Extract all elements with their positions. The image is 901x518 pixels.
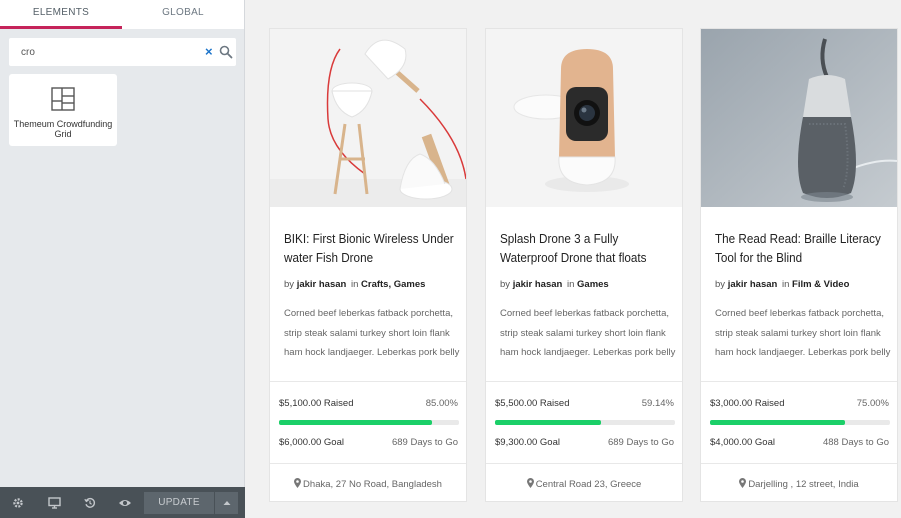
author-link[interactable]: jakir hasan: [297, 279, 347, 290]
update-button[interactable]: UPDATE: [144, 492, 214, 514]
goal-amount: $6,000.00 Goal: [279, 437, 344, 448]
category-links[interactable]: Games: [577, 279, 609, 290]
progress-bar: [495, 420, 675, 425]
desktop-icon[interactable]: [37, 487, 71, 518]
progress-fill: [495, 420, 602, 425]
search-icon[interactable]: [219, 45, 233, 59]
tab-global[interactable]: GLOBAL: [122, 0, 244, 29]
eye-icon[interactable]: [108, 487, 142, 518]
editor-footer: UPDATE: [0, 487, 245, 518]
progress-fill: [279, 420, 432, 425]
funded-percent: 75.00%: [856, 398, 889, 409]
divider: [701, 381, 897, 382]
tab-elements[interactable]: ELEMENTS: [0, 0, 122, 29]
progress-bar: [710, 420, 890, 425]
days-remaining: 689 Days to Go: [607, 437, 674, 448]
widget-crowdfunding-grid[interactable]: Themeum Crowdfunding Grid: [9, 74, 117, 146]
campaign-card[interactable]: Splash Drone 3 a Fully Waterproof Drone …: [485, 28, 683, 502]
map-pin-icon: [294, 478, 302, 488]
clear-search-icon[interactable]: ×: [205, 45, 217, 59]
search-input[interactable]: [9, 38, 199, 66]
widget-label: Themeum Crowdfunding Grid: [13, 119, 113, 139]
search-box: ×: [9, 38, 236, 66]
panel-tabs: ELEMENTS GLOBAL: [0, 0, 244, 29]
campaign-title[interactable]: Splash Drone 3 a Fully Waterproof Drone …: [500, 229, 671, 267]
campaign-card[interactable]: The Read Read: Braille Literacy Tool for…: [700, 28, 898, 502]
map-pin-icon: [526, 478, 534, 488]
category-links[interactable]: Film & Video: [792, 279, 849, 290]
author-link[interactable]: jakir hasan: [728, 279, 778, 290]
raised-amount: $3,000.00 Raised: [710, 398, 785, 409]
update-options-caret[interactable]: [215, 492, 238, 514]
funded-percent: 59.14%: [641, 398, 674, 409]
campaign-card[interactable]: BIKI: First Bionic Wireless Under water …: [269, 28, 467, 502]
gear-icon[interactable]: [1, 487, 35, 518]
editor-sidebar: ELEMENTS GLOBAL × Themeum Crowdfunding G…: [0, 0, 245, 518]
campaign-image-speaker[interactable]: [701, 29, 897, 207]
raised-amount: $5,100.00 Raised: [279, 398, 354, 409]
divider: [270, 463, 466, 464]
days-remaining: 488 Days to Go: [822, 437, 889, 448]
campaign-title[interactable]: BIKI: First Bionic Wireless Under water …: [284, 229, 455, 267]
map-pin-icon: [739, 478, 747, 488]
raised-amount: $5,500.00 Raised: [495, 398, 570, 409]
category-links[interactable]: Crafts, Games: [361, 279, 425, 290]
days-remaining: 689 Days to Go: [391, 437, 458, 448]
divider: [270, 381, 466, 382]
campaign-image-lamp[interactable]: [270, 29, 466, 207]
campaign-location: Darjelling , 12 street, India: [701, 478, 897, 490]
campaign-image-camera[interactable]: [486, 29, 682, 207]
goal-amount: $9,300.00 Goal: [495, 437, 560, 448]
goal-amount: $4,000.00 Goal: [710, 437, 775, 448]
divider: [701, 463, 897, 464]
campaign-meta: by jakir hasan in Film & Video: [715, 279, 850, 290]
grid-layout-icon: [51, 87, 75, 111]
divider: [486, 463, 682, 464]
progress-fill: [710, 420, 845, 425]
campaign-excerpt: Corned beef leberkas fatback porchetta, …: [500, 308, 676, 358]
campaign-title[interactable]: The Read Read: Braille Literacy Tool for…: [715, 229, 886, 267]
progress-bar: [279, 420, 459, 425]
funded-percent: 85.00%: [425, 398, 458, 409]
campaign-meta: by jakir hasan in Crafts, Games: [284, 279, 426, 290]
author-link[interactable]: jakir hasan: [513, 279, 563, 290]
campaign-meta: by jakir hasan in Games: [500, 279, 609, 290]
campaign-location: Dhaka, 27 No Road, Bangladesh: [270, 478, 466, 490]
history-icon[interactable]: [73, 487, 107, 518]
campaign-excerpt: Corned beef leberkas fatback porchetta, …: [715, 308, 891, 358]
campaign-excerpt: Corned beef leberkas fatback porchetta, …: [284, 308, 460, 358]
campaign-location: Central Road 23, Greece: [486, 478, 682, 490]
divider: [486, 381, 682, 382]
